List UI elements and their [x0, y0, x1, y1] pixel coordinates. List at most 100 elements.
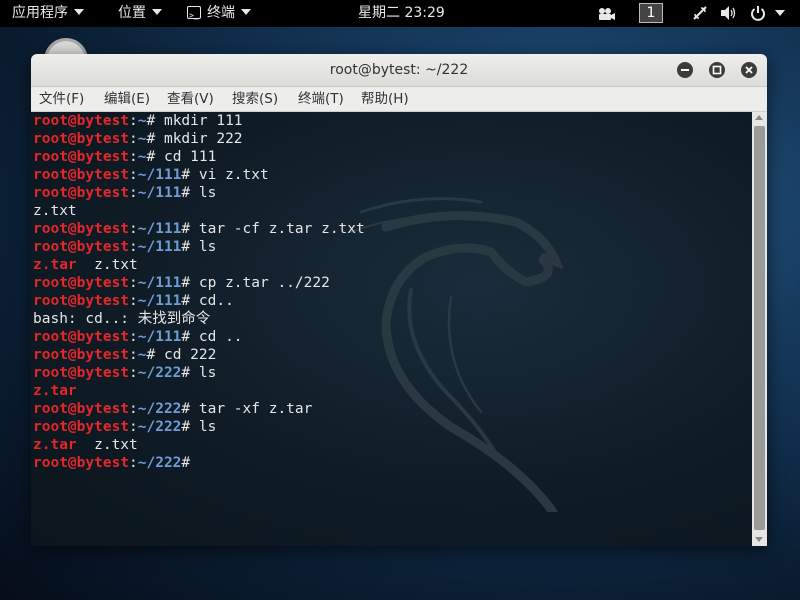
- power-icon[interactable]: [750, 0, 785, 27]
- archive-file: z.tar: [33, 257, 77, 273]
- prompt-path: ~/111: [137, 221, 182, 237]
- prompt-colon: :: [129, 455, 138, 471]
- prompt-user: root@bytest: [33, 131, 130, 147]
- prompt-hash: #: [146, 347, 156, 363]
- terminal-app-menu[interactable]: 终端: [187, 0, 251, 29]
- prompt-hash: #: [146, 113, 156, 129]
- prompt-path: ~/111: [137, 239, 182, 255]
- clock[interactable]: 星期二 23:29: [358, 0, 445, 27]
- chevron-down-icon: [241, 9, 251, 15]
- menu-file[interactable]: 文件(F): [39, 87, 84, 111]
- workspace-indicator[interactable]: 1: [639, 3, 663, 23]
- terminal-line: root@bytest:~/222# tar -xf z.tar: [33, 400, 365, 418]
- terminal-lines: root@bytest:~# mkdir 111 root@bytest:~# m…: [33, 112, 365, 472]
- prompt-colon: :: [129, 221, 138, 237]
- prompt-path: ~/111: [137, 329, 182, 345]
- terminal-line: z.txt: [33, 202, 365, 220]
- terminal-app-label: 终端: [207, 5, 235, 21]
- kali-dragon-watermark: [350, 197, 564, 512]
- prompt-colon: :: [129, 401, 138, 417]
- prompt-user: root@bytest: [33, 293, 130, 309]
- prompt-user: root@bytest: [33, 239, 130, 255]
- terminal-line: root@bytest:~/111# cp z.tar ../222: [33, 274, 365, 292]
- prompt-colon: :: [129, 167, 138, 183]
- prompt-colon: :: [129, 347, 138, 363]
- prompt-hash: #: [181, 365, 191, 381]
- command-text: cd ..: [190, 329, 243, 345]
- command-text: cp z.tar ../222: [190, 275, 330, 291]
- prompt-path: ~/111: [137, 293, 182, 309]
- maximize-icon[interactable]: [709, 62, 725, 78]
- terminal-line: root@bytest:~/111# ls: [33, 238, 365, 256]
- prompt-hash: #: [181, 185, 191, 201]
- prompt-user: root@bytest: [33, 365, 130, 381]
- command-text: cd..: [190, 293, 234, 309]
- output-text: z.txt: [76, 437, 138, 453]
- close-icon[interactable]: [741, 62, 757, 78]
- scroll-down-icon[interactable]: [755, 537, 763, 542]
- prompt-path: ~/111: [137, 167, 182, 183]
- terminal-scrollbar[interactable]: [752, 112, 767, 546]
- prompt-hash: #: [181, 401, 191, 417]
- prompt-colon: :: [129, 275, 138, 291]
- prompt-colon: :: [129, 419, 138, 435]
- terminal-line: root@bytest:~/111# cd..: [33, 292, 365, 310]
- prompt-hash: #: [146, 149, 156, 165]
- camera-icon[interactable]: [597, 0, 615, 27]
- prompt-hash: #: [181, 221, 191, 237]
- command-text: vi z.txt: [190, 167, 269, 183]
- prompt-hash: #: [181, 455, 191, 471]
- command-text: ls: [190, 365, 217, 381]
- prompt-user: root@bytest: [33, 401, 130, 417]
- terminal-line: bash: cd..: 未找到命令: [33, 310, 365, 328]
- prompt-hash: #: [181, 293, 191, 309]
- scrollbar-thumb[interactable]: [754, 126, 765, 530]
- command-text: ls: [190, 419, 217, 435]
- command-text: cd 222: [155, 347, 217, 363]
- archive-file: z.tar: [33, 383, 77, 399]
- prompt-user: root@bytest: [33, 149, 130, 165]
- prompt-colon: :: [129, 185, 138, 201]
- prompt-colon: :: [129, 149, 138, 165]
- prompt-path: ~/222: [137, 455, 182, 471]
- prompt-hash: #: [181, 275, 191, 291]
- scroll-up-icon[interactable]: [755, 115, 763, 120]
- window-titlebar[interactable]: root@bytest: ~/222: [31, 54, 767, 87]
- terminal-icon: [187, 2, 201, 29]
- menu-view[interactable]: 查看(V): [167, 87, 214, 111]
- applications-menu[interactable]: 应用程序: [12, 0, 84, 27]
- terminal-output[interactable]: root@bytest:~# mkdir 111 root@bytest:~# m…: [31, 112, 752, 546]
- network-icon[interactable]: [692, 0, 708, 27]
- applications-label: 应用程序: [12, 5, 68, 21]
- prompt-path: ~/222: [137, 401, 182, 417]
- chevron-down-icon: [152, 9, 162, 15]
- prompt-hash: #: [181, 329, 191, 345]
- prompt-user: root@bytest: [33, 113, 130, 129]
- prompt-hash: #: [181, 419, 191, 435]
- volume-icon[interactable]: [720, 0, 738, 27]
- minimize-icon[interactable]: [677, 62, 693, 78]
- places-menu[interactable]: 位置: [118, 0, 162, 27]
- terminal-line: root@bytest:~/222# ls: [33, 418, 365, 436]
- terminal-line: root@bytest:~/222# ls: [33, 364, 365, 382]
- menu-search[interactable]: 搜索(S): [232, 87, 278, 111]
- prompt-path: ~/111: [137, 275, 182, 291]
- chevron-down-icon: [74, 9, 84, 15]
- terminal-line: root@bytest:~/111# ls: [33, 184, 365, 202]
- prompt-hash: #: [146, 131, 156, 147]
- menu-edit[interactable]: 编辑(E): [104, 87, 150, 111]
- menu-help[interactable]: 帮助(H): [361, 87, 409, 111]
- places-label: 位置: [118, 5, 146, 21]
- prompt-path: ~: [137, 347, 147, 363]
- prompt-path: ~/111: [137, 185, 182, 201]
- menu-terminal[interactable]: 终端(T): [298, 87, 344, 111]
- terminal-line: root@bytest:~# cd 111: [33, 148, 365, 166]
- prompt-path: ~: [137, 149, 147, 165]
- prompt-colon: :: [129, 365, 138, 381]
- terminal-line: root@bytest:~# cd 222: [33, 346, 365, 364]
- terminal-line: root@bytest:~/111# cd ..: [33, 328, 365, 346]
- prompt-colon: :: [129, 329, 138, 345]
- command-text: tar -xf z.tar: [190, 401, 313, 417]
- command-text: mkdir 111: [155, 113, 243, 129]
- terminal-line: root@bytest:~/111# tar -cf z.tar z.txt: [33, 220, 365, 238]
